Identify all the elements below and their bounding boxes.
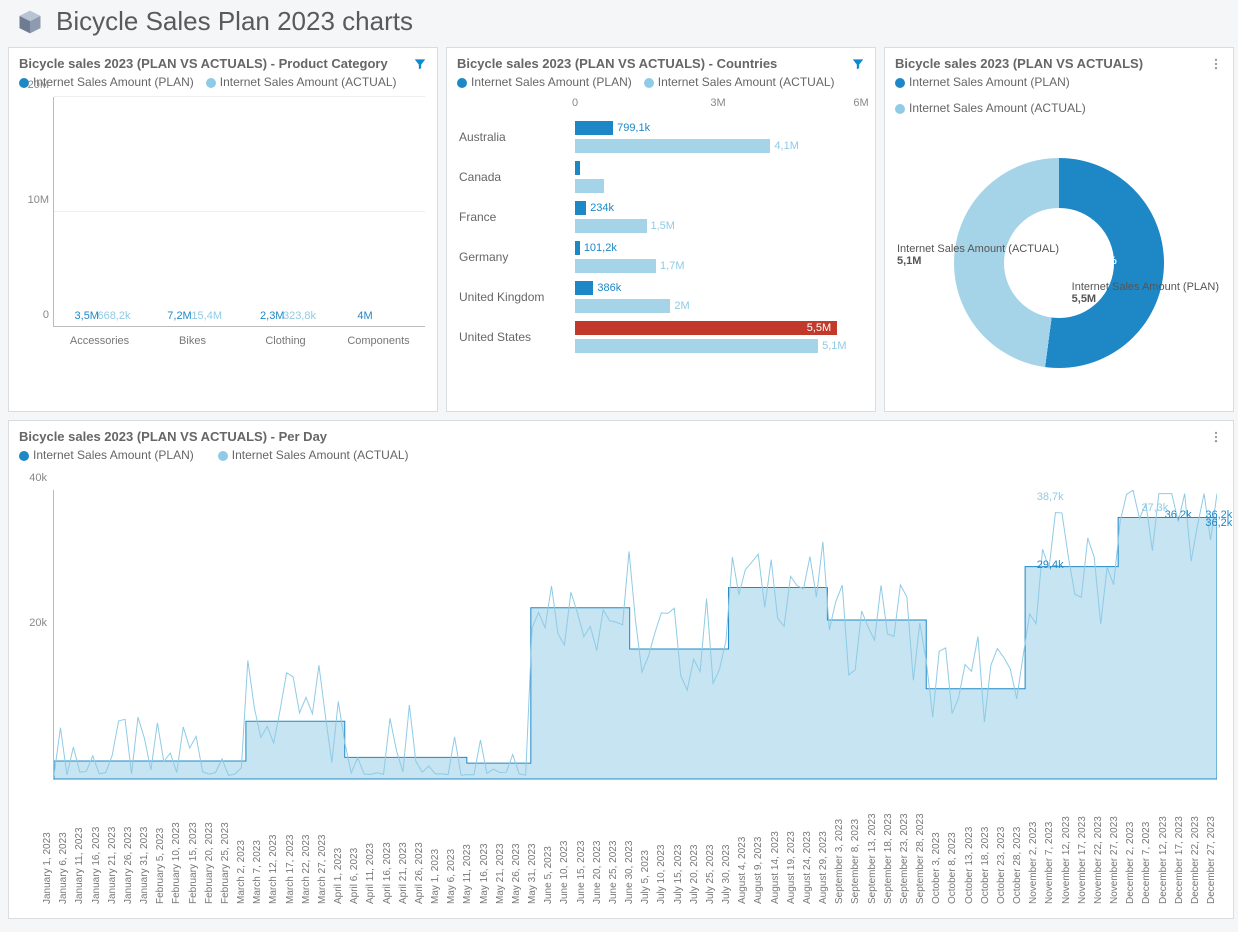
per-day-line-chart[interactable]: 20k40k38,7k29,4k37,3k36,2k36,2k36,2kJanu… (17, 470, 1225, 910)
card-per-day: Bicycle sales 2023 (PLAN VS ACTUALS) - P… (8, 420, 1234, 919)
donut-chart[interactable]: Internet Sales Amount (ACTUAL) 5,1M Inte… (893, 123, 1225, 403)
legend: Internet Sales Amount (PLAN) Internet Sa… (9, 448, 1233, 466)
donut-plan-label: Internet Sales Amount (PLAN) 5,5M (1072, 281, 1219, 305)
donut-plan-pct: 52.1% (1086, 255, 1117, 267)
card-product-category: Bicycle sales 2023 (PLAN VS ACTUALS) - P… (8, 47, 438, 412)
card-donut: Bicycle sales 2023 (PLAN VS ACTUALS) Int… (884, 47, 1234, 412)
legend: Internet Sales Amount (PLAN) Internet Sa… (447, 75, 875, 93)
card-title: Bicycle sales 2023 (PLAN VS ACTUALS) - C… (457, 56, 777, 71)
cube-icon (16, 8, 44, 36)
more-icon[interactable] (1209, 57, 1223, 71)
product-column-chart[interactable]: 010M20M3,5M668,2k7,2M15,4M2,3M323,8k4MAc… (17, 97, 429, 357)
page-header: Bicycle Sales Plan 2023 charts (8, 0, 1230, 47)
card-countries: Bicycle sales 2023 (PLAN VS ACTUALS) - C… (446, 47, 876, 412)
filter-icon[interactable] (413, 57, 427, 71)
donut-actual-label: Internet Sales Amount (ACTUAL) 5,1M (897, 243, 1059, 267)
more-icon[interactable] (1209, 430, 1223, 444)
card-title: Bicycle sales 2023 (PLAN VS ACTUALS) - P… (19, 56, 388, 71)
page-title: Bicycle Sales Plan 2023 charts (56, 6, 413, 37)
filter-icon[interactable] (851, 57, 865, 71)
legend: Internet Sales Amount (PLAN) Internet Sa… (9, 75, 437, 93)
card-title: Bicycle sales 2023 (PLAN VS ACTUALS) - P… (19, 429, 327, 444)
card-title: Bicycle sales 2023 (PLAN VS ACTUALS) (895, 56, 1143, 71)
legend: Internet Sales Amount (PLAN) Internet Sa… (885, 75, 1233, 119)
countries-bar-chart[interactable]: 03M6MAustralia799,1k4,1MCanadaFrance234k… (455, 97, 867, 367)
